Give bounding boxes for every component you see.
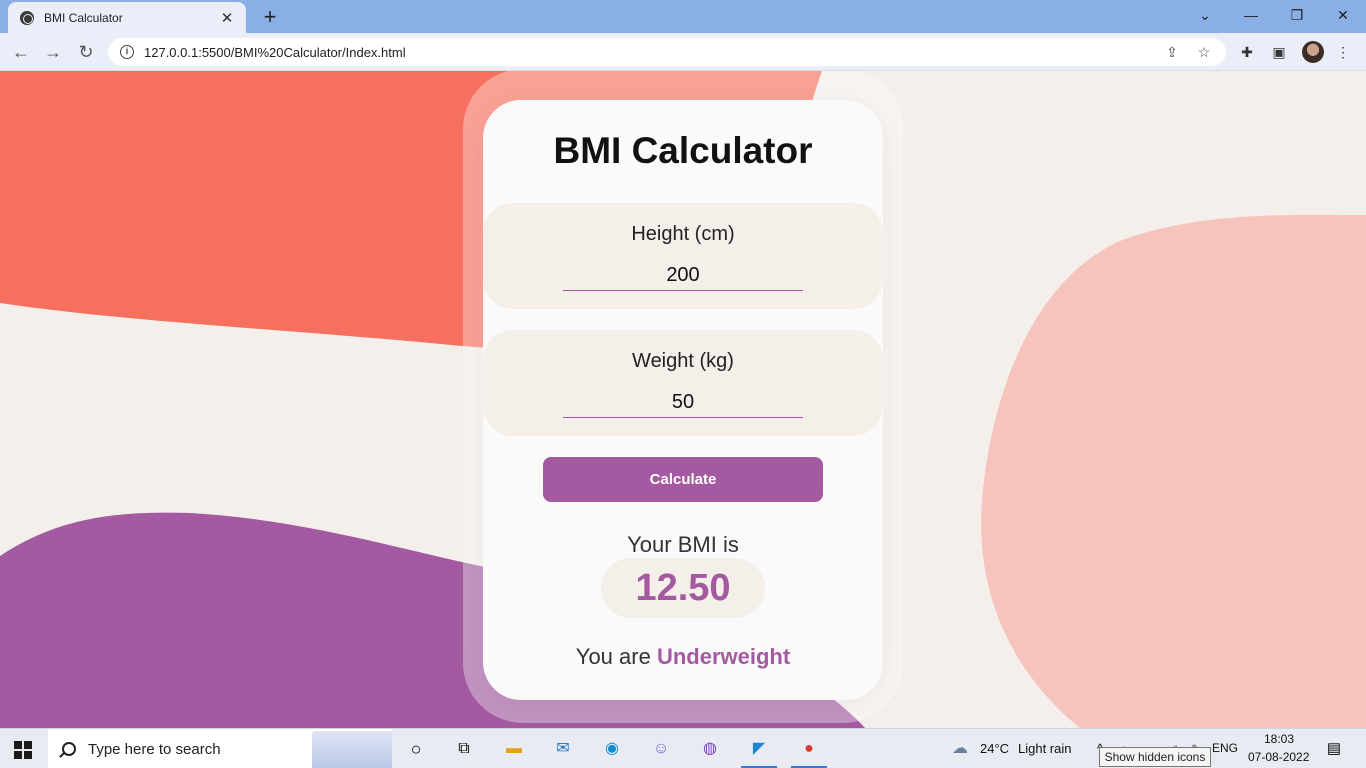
discord-icon[interactable]: ☺ bbox=[649, 737, 673, 761]
browser-toolbar: ← → ↻ i 127.0.0.1:5500/BMI%20Calculator/… bbox=[0, 33, 1366, 71]
close-window-button[interactable]: ✕ bbox=[1332, 4, 1354, 26]
status-value: Underweight bbox=[656, 644, 791, 669]
share-icon[interactable]: ⇪ bbox=[1162, 42, 1182, 62]
restore-button[interactable]: ❐ bbox=[1286, 4, 1308, 26]
site-info-icon[interactable]: i bbox=[120, 45, 134, 59]
browser-tab[interactable]: BMI Calculator ✕ bbox=[8, 2, 246, 33]
minimize-button[interactable]: — bbox=[1240, 4, 1262, 26]
windows-start-icon[interactable] bbox=[14, 741, 32, 759]
weight-field-panel: Weight (kg) bbox=[483, 330, 883, 436]
cortana-icon[interactable]: ○ bbox=[404, 737, 428, 761]
tab-search-chevron-icon[interactable]: ⌄ bbox=[1194, 4, 1216, 26]
edge-browser-icon[interactable]: ◉ bbox=[600, 737, 624, 761]
task-view-icon[interactable]: ⧉ bbox=[452, 737, 476, 761]
side-panel-icon[interactable]: ▣ bbox=[1269, 42, 1289, 62]
notifications-icon[interactable]: ▤ bbox=[1322, 737, 1346, 761]
clock-time[interactable]: 18:03 bbox=[1264, 732, 1294, 746]
chrome-icon[interactable]: ● bbox=[797, 737, 821, 761]
page-viewport: BMI Calculator Height (cm) Weight (kg) C… bbox=[0, 71, 1366, 728]
menu-kebab-icon[interactable]: ⋮ bbox=[1333, 42, 1353, 62]
extensions-icon[interactable]: ✚ bbox=[1237, 42, 1257, 62]
height-label: Height (cm) bbox=[631, 223, 735, 245]
height-input[interactable] bbox=[563, 261, 803, 291]
address-bar[interactable]: i 127.0.0.1:5500/BMI%20Calculator/Index.… bbox=[108, 38, 1226, 66]
forward-arrow-icon[interactable]: → bbox=[42, 41, 64, 63]
language-indicator[interactable]: ENG bbox=[1212, 741, 1238, 755]
close-tab-icon[interactable]: ✕ bbox=[218, 9, 236, 27]
bookmark-star-icon[interactable]: ☆ bbox=[1194, 42, 1214, 62]
file-explorer-icon[interactable]: ▬ bbox=[502, 737, 526, 761]
pink-blob bbox=[981, 214, 1366, 728]
globe-icon bbox=[20, 10, 34, 25]
show-hidden-icons-tooltip: Show hidden icons bbox=[1099, 747, 1211, 767]
reload-icon[interactable]: ↻ bbox=[75, 41, 97, 63]
result-label: Your BMI is bbox=[627, 532, 739, 557]
weight-label: Weight (kg) bbox=[632, 350, 734, 372]
status-prefix: You are bbox=[575, 644, 651, 669]
weather-text[interactable]: Light rain bbox=[1018, 741, 1071, 756]
search-placeholder: Type here to search bbox=[88, 740, 221, 758]
vscode-icon[interactable]: ◤ bbox=[747, 737, 771, 761]
status-line: You are Underweight bbox=[483, 644, 883, 670]
weight-input[interactable] bbox=[563, 388, 803, 418]
search-icon bbox=[62, 742, 76, 756]
new-tab-button[interactable]: + bbox=[259, 4, 281, 30]
weather-cloud-icon[interactable]: ☁ bbox=[948, 737, 972, 761]
weather-temp[interactable]: 24°C bbox=[980, 741, 1009, 756]
mail-icon[interactable]: ✉ bbox=[551, 737, 575, 761]
bmi-value: 12.50 bbox=[601, 558, 765, 618]
page-title: BMI Calculator bbox=[553, 130, 813, 171]
height-field-panel: Height (cm) bbox=[483, 203, 883, 309]
clock-date[interactable]: 07-08-2022 bbox=[1248, 750, 1309, 764]
calculate-button[interactable]: Calculate bbox=[543, 457, 823, 502]
back-arrow-icon[interactable]: ← bbox=[10, 41, 32, 63]
url-text[interactable]: 127.0.0.1:5500/BMI%20Calculator/Index.ht… bbox=[144, 45, 1150, 60]
browser-tab-strip: BMI Calculator ✕ + ⌄ — ❐ ✕ bbox=[0, 0, 1366, 33]
search-highlight-image bbox=[312, 731, 392, 768]
github-desktop-icon[interactable]: ◍ bbox=[698, 737, 722, 761]
bmi-card: BMI Calculator Height (cm) Weight (kg) C… bbox=[483, 100, 883, 700]
profile-avatar[interactable] bbox=[1302, 41, 1324, 63]
taskbar-search-box[interactable]: Type here to search bbox=[48, 729, 392, 768]
tab-title: BMI Calculator bbox=[44, 10, 123, 25]
